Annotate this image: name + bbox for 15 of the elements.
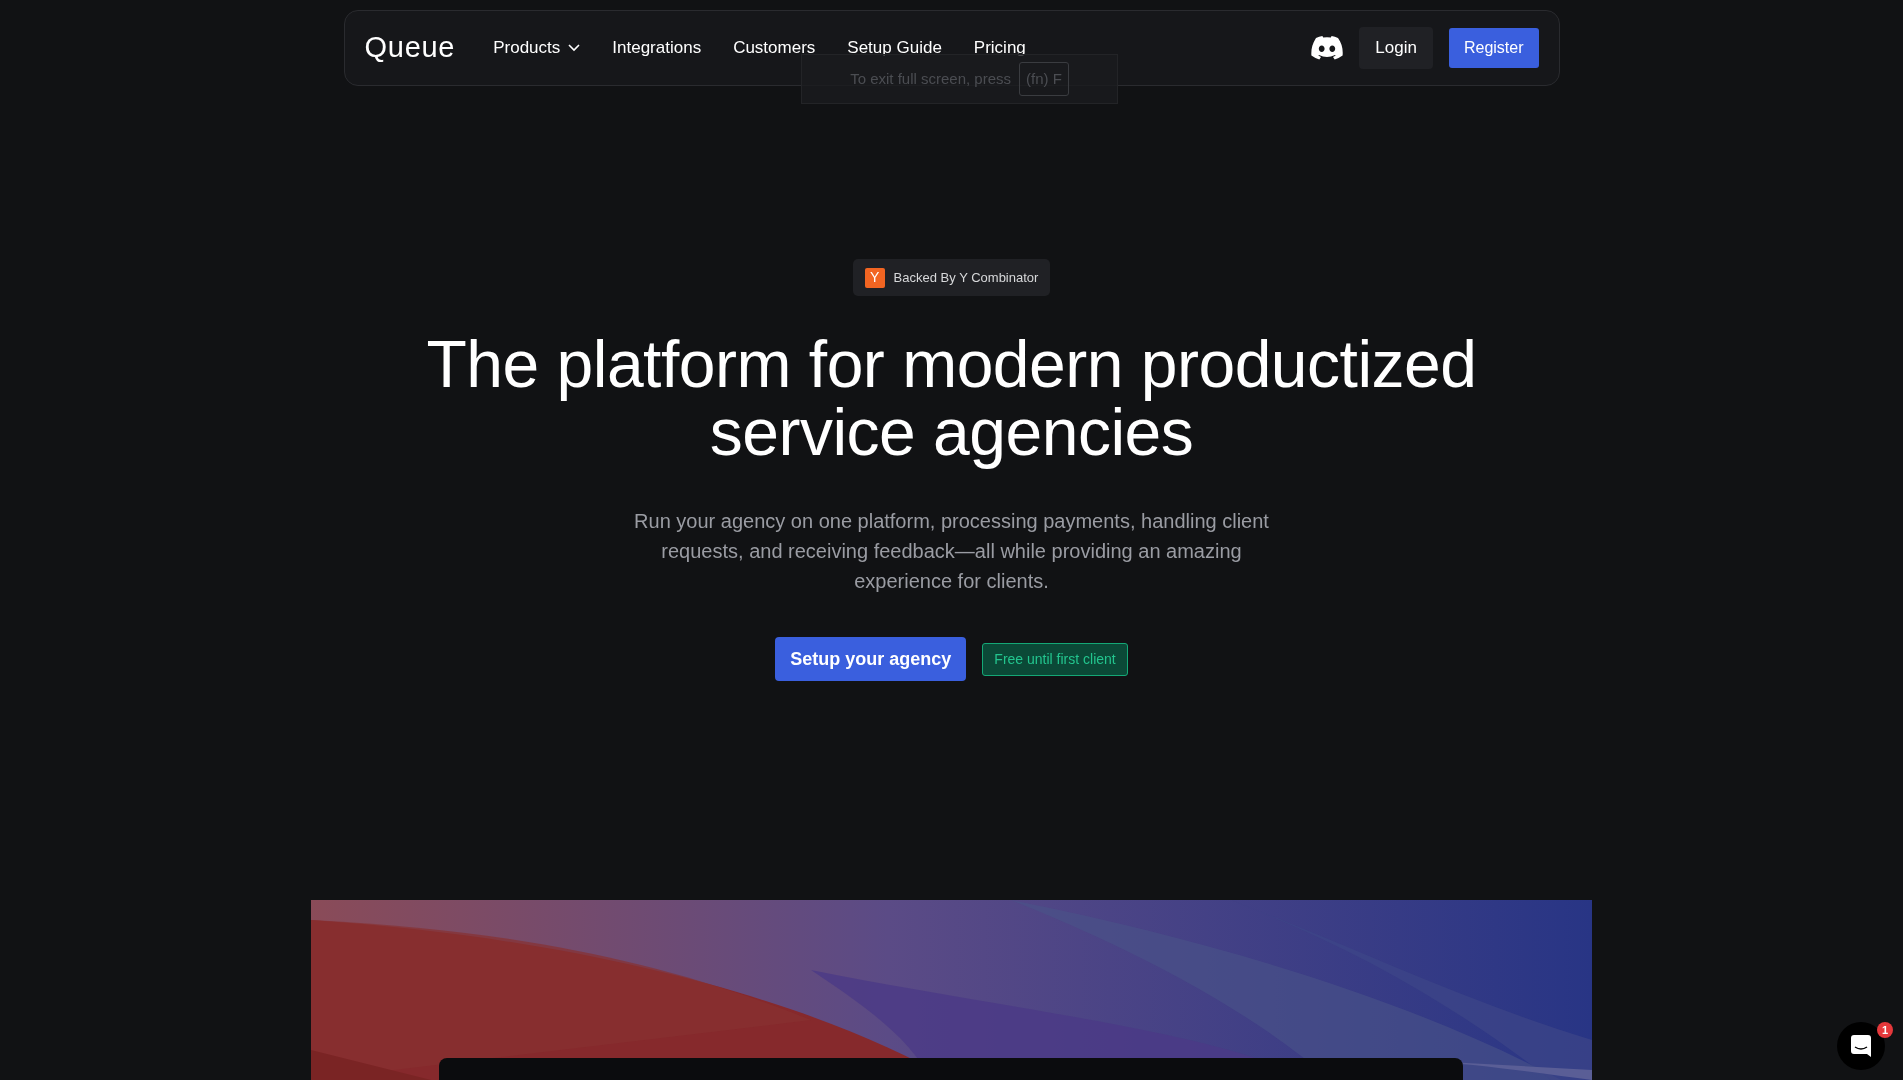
login-button[interactable]: Login xyxy=(1359,27,1433,69)
chat-icon xyxy=(1851,1035,1871,1057)
nav-link[interactable]: Products xyxy=(493,35,581,61)
unread-count: 1 xyxy=(1877,1022,1893,1038)
chevron-down-icon xyxy=(568,44,581,52)
nav-link[interactable]: Customers xyxy=(733,35,816,61)
register-button[interactable]: Register xyxy=(1448,28,1539,68)
nav-link[interactable]: Integrations xyxy=(612,35,702,61)
setup-agency-button[interactable]: Setup your agency xyxy=(775,637,967,681)
logo[interactable]: Queue xyxy=(364,26,456,70)
y-logo-icon: Y xyxy=(864,267,885,288)
free-note: Free until first client xyxy=(982,642,1128,676)
discord-icon[interactable] xyxy=(1311,36,1344,60)
badge-text: Backed By Y Combinator xyxy=(893,268,1039,287)
hero-subtitle: Run your agency on one platform, processing payments, handling client requests, and receiving feedback—all while providing an amazing experience for clients. xyxy=(633,509,1270,594)
